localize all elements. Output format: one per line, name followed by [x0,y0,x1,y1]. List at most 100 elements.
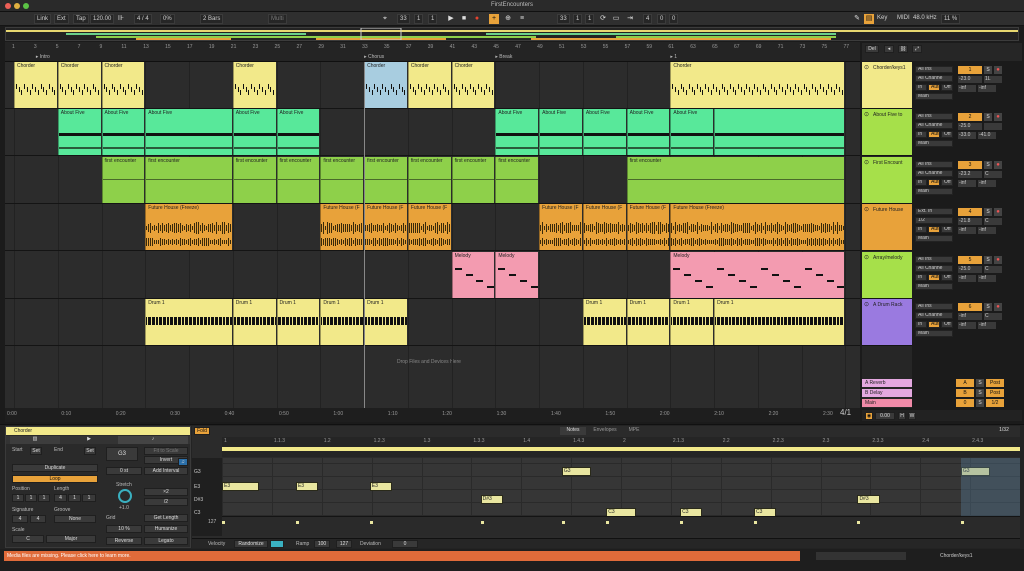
track-lane-chorder[interactable]: Chorder Chorder Chorder Chorder Chorder Chord… [5,62,860,109]
fold-track-icon[interactable]: ⊙ [864,206,869,213]
clip[interactable]: About Five [232,109,276,155]
hw-button-h[interactable]: H [898,412,906,420]
input-type-menu[interactable]: All Ins [915,161,953,168]
velocity-marker[interactable] [295,521,299,524]
send-b[interactable]: -41.0 [978,132,996,139]
track-lane-first[interactable]: first encounter first encounter first enco… [5,157,860,204]
send-b[interactable]: -inf [978,85,996,92]
locator-1[interactable]: ▸ Chorus [364,54,384,60]
clip[interactable]: Drum 1 [276,299,320,345]
tempo-field[interactable]: 120.00 [90,14,115,24]
solo-button[interactable]: S [984,161,992,169]
track-header-first[interactable]: ⊙ First Encount [862,157,912,204]
clip[interactable]: Chorder [670,62,845,108]
return-track-0[interactable]: A Reverb [862,379,912,387]
clip[interactable]: first encounter [145,157,232,203]
fold-track-icon[interactable]: ⊙ [864,301,869,308]
monitor-off[interactable]: Off [941,84,953,91]
locator-3[interactable]: ▸ 1 [670,54,677,60]
arm-button[interactable]: ● [994,66,1002,74]
clip[interactable]: Drum 1 [714,299,845,345]
key-map-button[interactable]: Key [875,14,889,24]
send-a[interactable]: -inf [958,322,976,329]
track-volume[interactable]: -23.2 [958,171,982,178]
automation-arm-icon[interactable]: ⊕ [503,14,513,24]
track-activator[interactable]: 1 [958,66,982,74]
clip[interactable]: Future House (F [582,204,626,250]
quantize-menu[interactable]: 2 Bars [200,14,224,24]
monitor-off[interactable]: Off [941,274,953,281]
punch-in-icon[interactable]: ▭ [611,14,621,24]
clip[interactable]: Future House (F [539,204,582,250]
velocity-marker[interactable] [754,521,757,524]
monitor-off[interactable]: Off [941,226,953,233]
velocity-marker[interactable] [561,521,565,524]
expand-icon[interactable]: ⤢ [912,45,922,53]
key-map-icon[interactable]: ▤ [864,14,874,24]
draw-mode-icon[interactable]: ✎ [852,14,862,24]
clip[interactable]: About Five [57,109,101,155]
double-button[interactable]: ×2 [144,488,188,496]
track-pan[interactable]: C [984,266,1002,273]
monitor-off[interactable]: Off [941,321,953,328]
output-menu[interactable]: Main [915,140,953,147]
overdub-icon[interactable]: + [489,14,499,24]
arm-button[interactable]: ● [994,303,1002,311]
midi-note[interactable]: D#3 [480,495,503,504]
input-type-menu[interactable]: All Ins [915,256,953,263]
loop-start-beat[interactable]: 1 [573,14,583,24]
return-solo[interactable]: S [976,399,984,407]
link-icon[interactable]: ⛓ [898,45,908,53]
return-output[interactable]: Post [986,389,1004,397]
get-length-button[interactable]: Get Length [144,514,188,522]
notes-tab[interactable]: Notes [560,427,586,435]
output-menu[interactable]: Main [915,330,953,337]
output-menu[interactable]: Main [915,93,953,100]
clip[interactable]: Chorder [451,62,495,108]
clip[interactable]: Future House (F [364,204,407,250]
arrangement-position-bar[interactable]: 33 [397,14,410,24]
output-menu[interactable]: Main [915,283,953,290]
velocity-marker[interactable] [480,521,484,524]
input-channel-menu[interactable]: All Channe [915,265,953,272]
punch-out-icon[interactable]: ⇥ [625,14,635,24]
clip[interactable]: first encounter [495,157,539,203]
clip[interactable]: About Five [670,109,714,155]
time-ruler[interactable]: 4/1 0:00 0:10 0:20 0:30 0:40 0:50 1:00 1:10 1:20… [5,408,860,422]
send-b[interactable]: -inf [978,275,996,282]
monitor-auto[interactable]: Auto [928,131,940,138]
position-sixteenth[interactable]: 1 [38,494,50,502]
arrangement-position-beat[interactable]: 1 [414,14,424,24]
stop-icon[interactable]: ■ [459,14,469,24]
preview-icon[interactable]: ♫ [178,458,188,466]
clip[interactable]: Future House (F [320,204,364,250]
track-activator[interactable]: 3 [958,161,982,169]
locator-2[interactable]: ▸ Break [495,54,512,60]
metronome-icon[interactable]: ⊪ [113,14,129,24]
send-a[interactable]: -inf [958,275,976,282]
clip[interactable]: Drum 1 [670,299,714,345]
track-pan[interactable]: C [984,218,1002,225]
loop-icon[interactable]: ⟳ [598,14,608,24]
randomize-amount[interactable] [270,540,284,548]
velocity-marker[interactable] [222,521,225,524]
transpose-field[interactable]: 0 st [106,467,142,475]
arm-button[interactable]: ● [994,161,1002,169]
clip[interactable]: Future House (F [407,204,451,250]
length-bar[interactable]: 4 [54,494,67,502]
fold-track-icon[interactable]: ⊙ [864,111,869,118]
record-icon[interactable]: ● [472,14,482,24]
follow-icon[interactable]: ⌖ [380,14,390,24]
groove-menu[interactable]: None [54,515,96,523]
clip[interactable]: About Five [145,109,232,155]
fold-track-icon[interactable]: ⊙ [864,64,869,71]
midi-note[interactable]: G3 [561,467,592,476]
track-activator[interactable]: 5 [958,256,982,264]
locator-0[interactable]: ▸ Intro [36,54,50,60]
return-activator[interactable]: A [956,379,974,387]
arrangement-position-sixteenth[interactable]: 1 [428,14,438,24]
halve-button[interactable]: /2 [144,498,188,506]
track-lane-melody[interactable]: Melody Melody Melody [5,252,860,299]
velocity-marker[interactable] [857,521,861,524]
loop-length-bar[interactable]: 4 [643,14,653,24]
